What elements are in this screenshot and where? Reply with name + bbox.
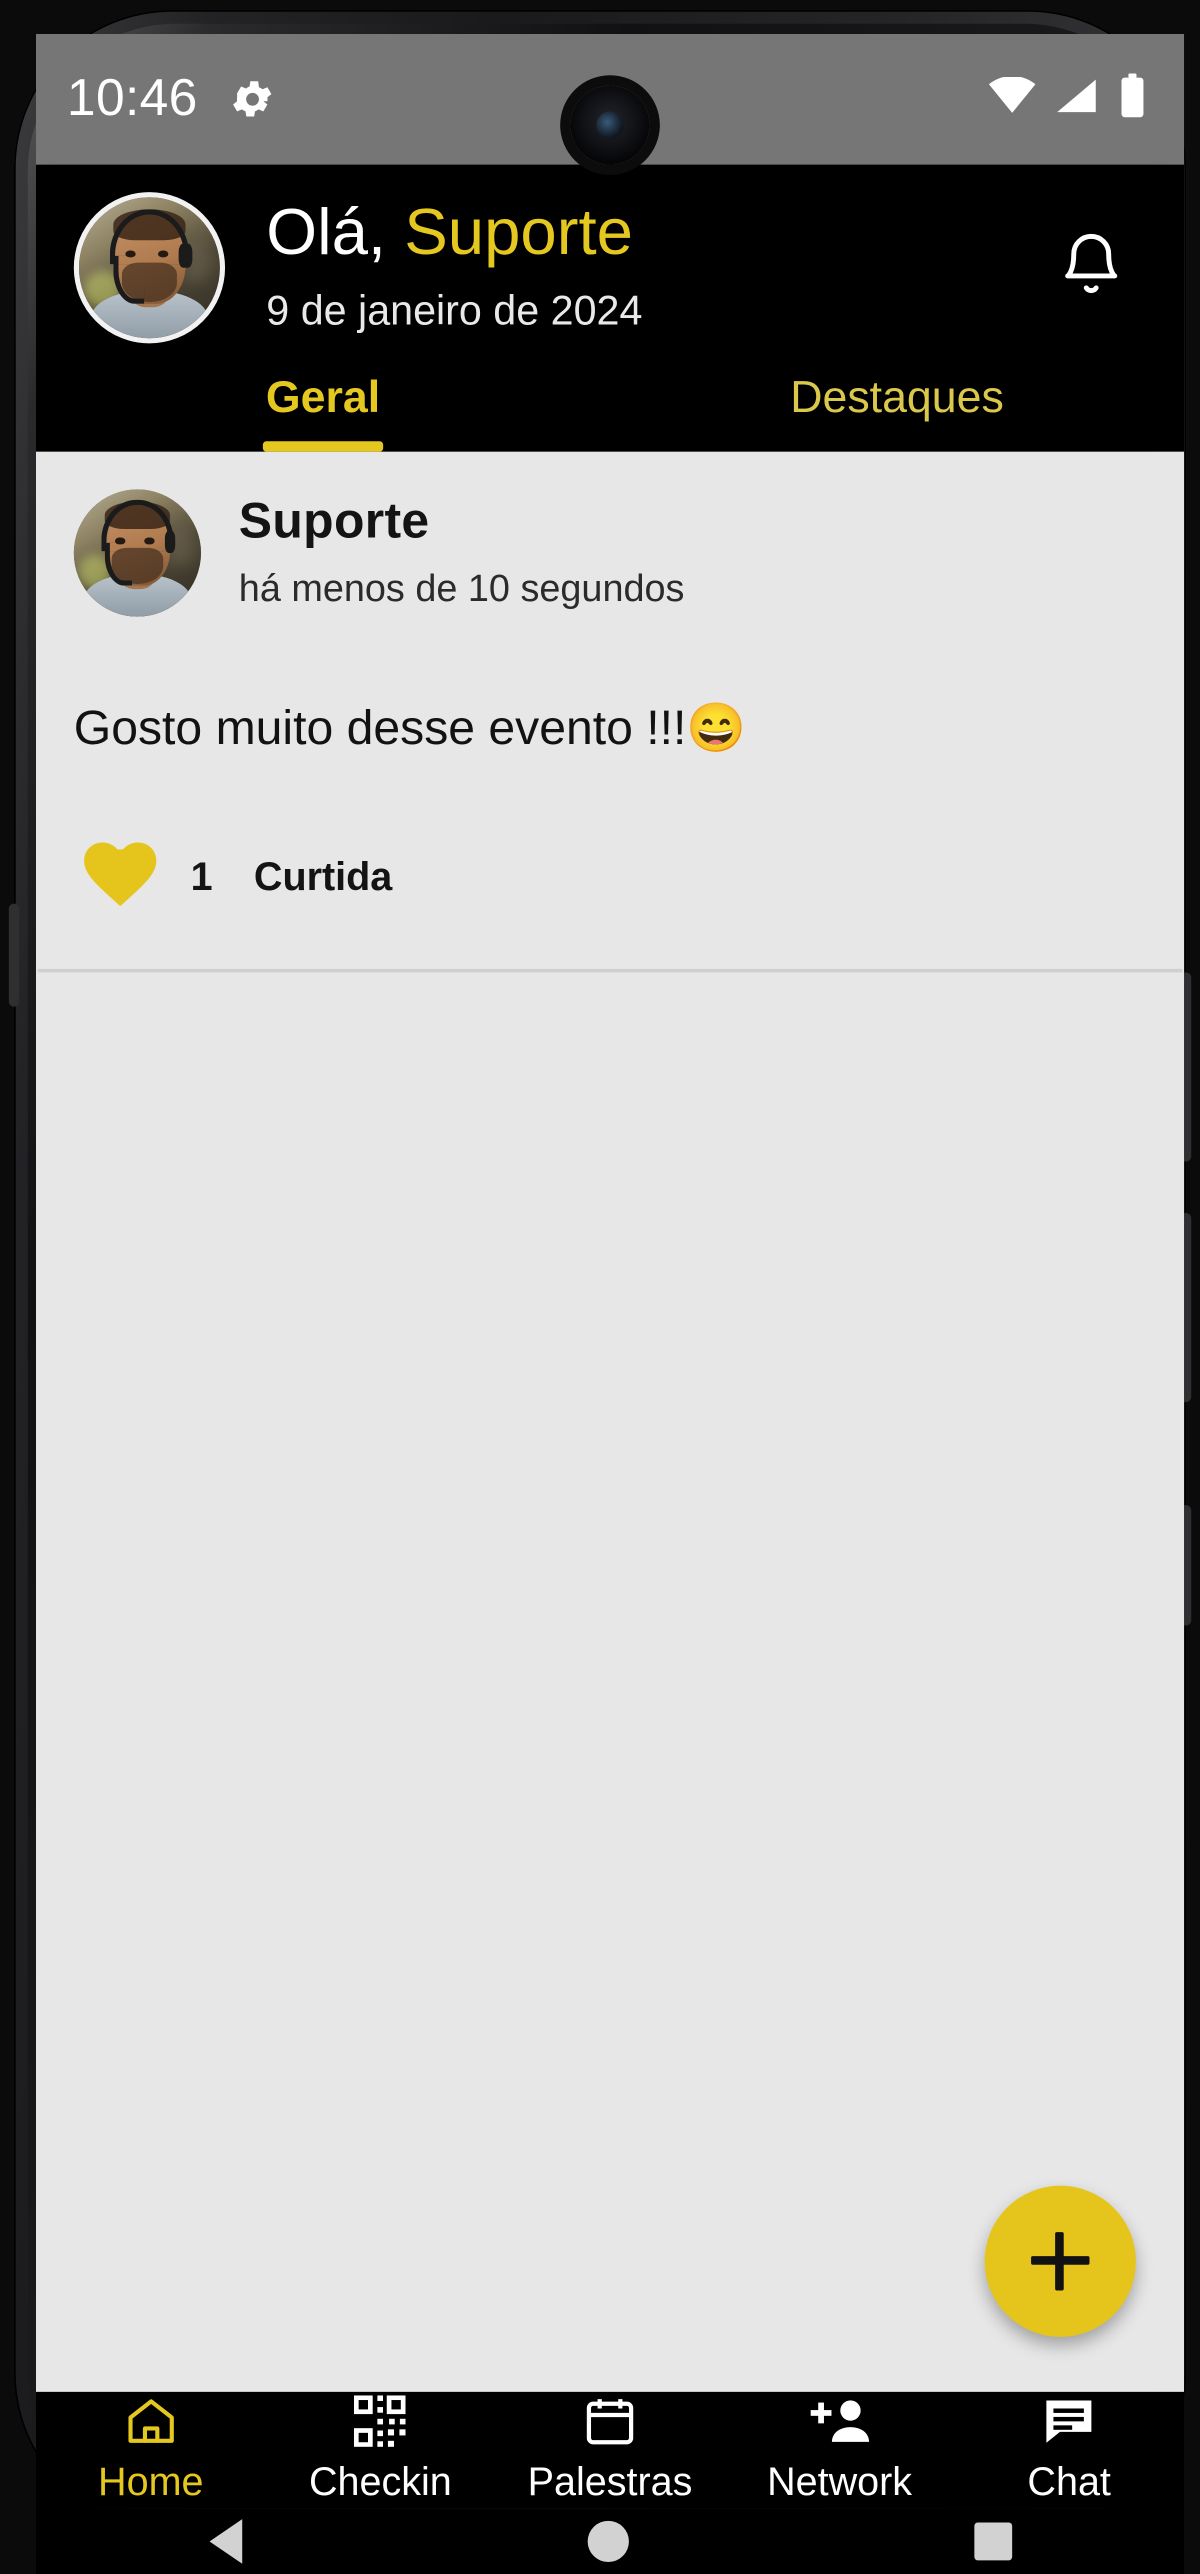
greeting-user-name: Suporte <box>404 197 633 270</box>
bell-icon <box>1055 226 1127 310</box>
post-timestamp: há menos de 10 segundos <box>238 566 685 610</box>
nav-item-chat[interactable]: Chat <box>954 2395 1184 2505</box>
chat-icon <box>1042 2395 1097 2447</box>
nav-item-network[interactable]: Network <box>725 2395 955 2505</box>
tab-geral[interactable]: Geral <box>36 361 610 452</box>
home-icon <box>123 2395 178 2447</box>
nav-item-network-label: Network <box>767 2458 913 2504</box>
heart-icon[interactable] <box>81 836 160 917</box>
greeting-prefix: Olá, <box>266 197 405 270</box>
nav-item-home-label: Home <box>98 2458 204 2504</box>
battery-icon <box>1119 72 1146 126</box>
tab-destaques[interactable]: Destaques <box>610 361 1184 452</box>
add-person-icon <box>809 2395 871 2447</box>
page-title: Olá, Suporte <box>266 197 642 271</box>
notifications-button[interactable] <box>1043 220 1139 316</box>
post-author-avatar[interactable] <box>73 489 201 617</box>
left-side-button[interactable] <box>8 903 20 1007</box>
recents-button[interactable] <box>973 2522 1012 2561</box>
like-count: 1 <box>190 853 213 899</box>
android-system-navigation <box>36 2508 1185 2574</box>
gear-icon[interactable] <box>229 75 277 123</box>
tab-active-indicator <box>262 441 384 452</box>
plus-icon <box>1031 2232 1090 2291</box>
greeting-row: Olá, Suporte 9 de janeiro de 2024 <box>36 192 1184 344</box>
status-bar-clock: 10:46 <box>66 70 198 127</box>
nav-item-checkin[interactable]: Checkin <box>266 2395 496 2505</box>
camera-lens <box>596 111 624 139</box>
post-meta: Suporte há menos de 10 segundos <box>239 495 685 612</box>
tab-destaques-label: Destaques <box>790 370 1004 423</box>
post-header: Suporte há menos de 10 segundos <box>36 489 1184 617</box>
front-camera-punch-hole <box>570 85 650 165</box>
nav-item-checkin-label: Checkin <box>308 2458 452 2504</box>
tab-geral-label: Geral <box>265 370 381 423</box>
post-divider <box>37 968 1183 973</box>
post-actions: 1 Curtida <box>36 761 1184 969</box>
avatar[interactable] <box>73 192 226 344</box>
nav-item-palestras-label: Palestras <box>527 2458 693 2504</box>
like-label: Curtida <box>253 853 393 899</box>
status-bar-icons <box>988 72 1146 126</box>
post-text: Gosto muito desse evento !!!😄 <box>73 700 747 755</box>
cellular-signal-icon <box>1055 76 1100 122</box>
wifi-icon <box>988 75 1036 122</box>
feed-content: Suporte há menos de 10 segundos Gosto mu… <box>36 451 1185 2392</box>
nav-item-palestras[interactable]: Palestras <box>495 2395 725 2505</box>
tab-bar: Geral Destaques <box>36 360 1185 452</box>
qrcode-icon <box>354 2395 407 2447</box>
home-button[interactable] <box>586 2520 629 2563</box>
back-button[interactable] <box>208 2519 242 2564</box>
greeting-text: Olá, Suporte 9 de janeiro de 2024 <box>266 197 643 336</box>
greeting-date: 9 de janeiro de 2024 <box>266 288 643 335</box>
post-author-name: Suporte <box>238 494 430 550</box>
create-post-button[interactable] <box>984 2185 1136 2337</box>
calendar-icon <box>584 2395 636 2447</box>
post-card: Suporte há menos de 10 segundos Gosto mu… <box>36 451 1185 973</box>
phone-screen: 10:46 Olá, Suporte 9 de janeiro de 2024 … <box>36 34 1185 2574</box>
bottom-navigation-bar: Home Checkin Palestras Network Chat <box>36 2391 1185 2509</box>
nav-item-chat-label: Chat <box>1027 2458 1111 2504</box>
nav-item-home[interactable]: Home <box>36 2395 266 2505</box>
